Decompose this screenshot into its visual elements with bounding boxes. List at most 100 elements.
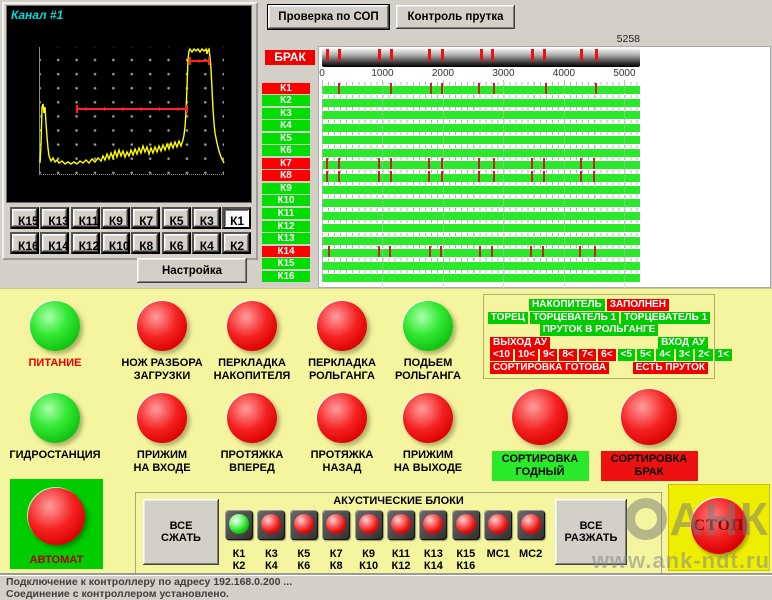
defect-mark — [378, 246, 380, 257]
defect-mark — [326, 158, 328, 169]
scope-plot-grid — [39, 47, 224, 175]
indicator-к13-к14[interactable] — [419, 510, 447, 540]
status-chip: ТОРЕЦ — [488, 312, 528, 324]
release-all-button[interactable]: ВСЕ РАЗЖАТЬ — [555, 499, 627, 565]
channel-button-к16[interactable]: К16 — [10, 232, 39, 254]
status-chip: 9< — [540, 349, 557, 361]
scope-channel-title: Канал #1 — [11, 8, 63, 22]
channel-bar-к13 — [322, 237, 640, 245]
indicator-к3-к4[interactable] — [257, 510, 285, 540]
channel-button-к9[interactable]: К9 — [101, 207, 130, 229]
control-button[interactable] — [403, 301, 453, 351]
control-label: ПРИЖИМ НА ВХОДЕ — [133, 449, 190, 475]
channel-bar-к14 — [322, 249, 640, 257]
indicator-мс1[interactable] — [484, 510, 512, 540]
channel-bar-к9 — [322, 186, 640, 194]
status-chip: 6< — [598, 349, 615, 361]
avtomat-plate[interactable]: АВТОМАТ — [10, 479, 103, 569]
channel-bar-к11 — [322, 212, 640, 220]
stop-plate[interactable]: СТОП — [668, 484, 770, 571]
channel-button-к14[interactable]: К14 — [40, 232, 69, 254]
indicator-к7-к8[interactable] — [322, 510, 350, 540]
brak-status-chip: БРАК — [265, 50, 315, 65]
indicator-к5-к6[interactable] — [290, 510, 318, 540]
control-button[interactable] — [317, 393, 367, 443]
channel-label-к16: К16 — [262, 271, 310, 282]
channel-ruler-к9 — [322, 182, 640, 185]
channel-button-к3[interactable]: К3 — [192, 207, 221, 229]
control-button[interactable] — [137, 301, 187, 351]
channel-bar-к5 — [322, 136, 640, 144]
control-button[interactable] — [317, 301, 367, 351]
defect-mark — [328, 246, 330, 257]
gridline-2000 — [443, 80, 444, 292]
check-sop-button[interactable]: Проверка по СОП — [268, 5, 389, 29]
indicator-к9-к10[interactable] — [355, 510, 383, 540]
channel-button-к6[interactable]: К6 — [162, 232, 191, 254]
sorting-button[interactable] — [621, 389, 677, 445]
indicator-к1-к2[interactable] — [225, 510, 253, 540]
channel-button-к1[interactable]: К1 — [222, 207, 251, 229]
channel-label-к8: К8 — [262, 170, 310, 181]
control-button[interactable] — [30, 301, 80, 351]
status-row-1: НАКОПИТЕЛЬЗАПОЛНЕН — [490, 299, 708, 311]
control-button[interactable] — [227, 393, 277, 443]
compress-all-button[interactable]: ВСЕ СЖАТЬ — [143, 499, 219, 565]
defect-mark — [441, 49, 444, 61]
indicator-label: К11 К12 — [384, 548, 418, 572]
control-button[interactable] — [137, 393, 187, 443]
control-button[interactable] — [227, 301, 277, 351]
channel-button-к15[interactable]: К15 — [10, 207, 39, 229]
gridline-5000 — [624, 80, 625, 292]
defect-mark — [430, 83, 432, 94]
defect-mark — [326, 171, 328, 182]
status-chip: ВХОД АУ — [658, 337, 708, 349]
control-button[interactable] — [30, 393, 80, 443]
top-section: Канал #1 К15К13К11К9К7К5К3К1К16К14К12К10… — [0, 0, 772, 288]
channel-button-к4[interactable]: К4 — [192, 232, 221, 254]
status-chip: ЕСТЬ ПРУТОК — [633, 362, 708, 374]
sorting-button[interactable] — [512, 389, 568, 445]
scope-gate-2 — [190, 57, 209, 65]
channel-button-к8[interactable]: К8 — [131, 232, 160, 254]
channel-label-к12: К12 — [262, 221, 310, 232]
status-chip: 3< — [676, 349, 693, 361]
rod-control-button[interactable]: Контроль прутка — [396, 5, 515, 29]
control-button[interactable] — [403, 393, 453, 443]
channel-button-к2[interactable]: К2 — [222, 232, 251, 254]
channel-button-к12[interactable]: К12 — [71, 232, 100, 254]
channel-button-к11[interactable]: К11 — [71, 207, 100, 229]
channel-label-к10: К10 — [262, 195, 310, 206]
indicator-к11-к12[interactable] — [387, 510, 415, 540]
channel-button-к10[interactable]: К10 — [101, 232, 130, 254]
gridline-1000 — [382, 80, 383, 292]
control-подьем-рольганга: ПОДЬЕМ РОЛЬГАНГА — [373, 301, 483, 383]
settings-button[interactable]: Настройка — [137, 258, 247, 283]
indicator-label: К7 К8 — [319, 548, 353, 572]
defect-mark — [530, 246, 532, 257]
channel-ruler-к15 — [322, 258, 640, 261]
channel-button-к5[interactable]: К5 — [162, 207, 191, 229]
status-chip: 4< — [656, 349, 673, 361]
indicator-label: К3 К4 — [254, 548, 288, 572]
indicator-мс2[interactable] — [517, 510, 545, 540]
control-label: ПРОТЯЖКА ВПЕРЕД — [221, 449, 284, 475]
defect-mark — [390, 83, 392, 94]
control-label: ПЕРКЛАДКА НАКОПИТЕЛЯ — [214, 357, 291, 383]
defect-mark — [531, 49, 534, 61]
channel-bar-к12 — [322, 224, 640, 232]
defect-mark — [493, 83, 495, 94]
control-прижим-на-выходе: ПРИЖИМ НА ВЫХОДЕ — [373, 393, 483, 475]
channel-button-к7[interactable]: К7 — [131, 207, 160, 229]
avtomat-button[interactable] — [28, 488, 85, 545]
channel-ruler-к2 — [322, 95, 640, 98]
channel-label-к5: К5 — [262, 133, 310, 144]
indicator-label: К5 К6 — [287, 548, 321, 572]
control-label: НОЖ РАЗБОРА ЗАГРУЗКИ — [121, 357, 202, 383]
defect-mark — [543, 49, 546, 61]
channel-bar-к7 — [322, 161, 640, 169]
channel-button-к13[interactable]: К13 — [40, 207, 69, 229]
stop-button[interactable]: СТОП — [691, 498, 747, 554]
indicator-к15-к16[interactable] — [452, 510, 480, 540]
gridline-4000 — [564, 80, 565, 292]
